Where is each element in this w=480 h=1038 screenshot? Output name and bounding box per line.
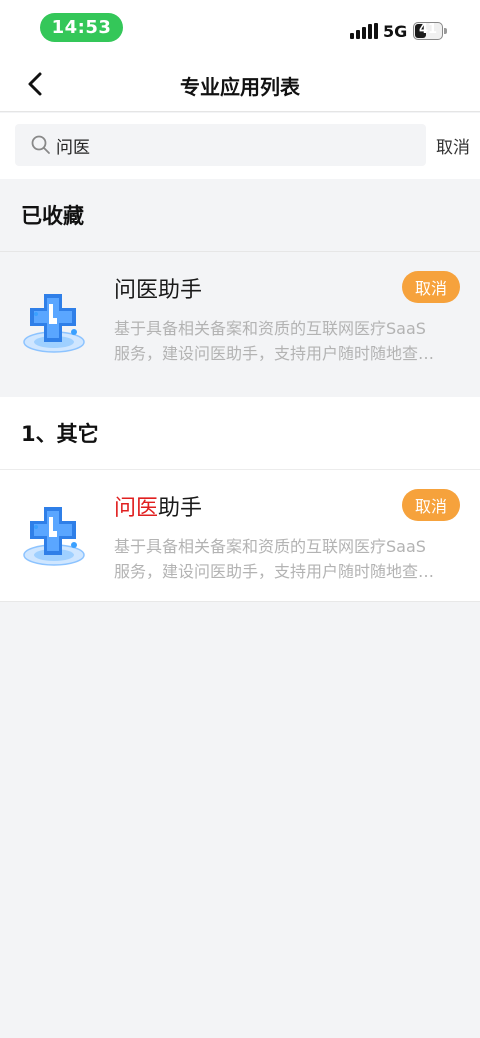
app-description-line1: 基于具备相关备案和资质的互联网医疗SaaS bbox=[114, 319, 426, 338]
favorite-app-item[interactable]: 问医助手 基于具备相关备案和资质的互联网医疗SaaS 服务，建设问医助手，支持用… bbox=[0, 251, 480, 397]
favorites-section-header: 已收藏 bbox=[0, 179, 480, 251]
search-input[interactable] bbox=[56, 130, 416, 160]
battery-level: 41 bbox=[418, 22, 438, 37]
app-description-line1: 基于具备相关备案和资质的互联网医疗SaaS bbox=[114, 537, 426, 556]
others-section-header: 1、其它 bbox=[0, 397, 480, 469]
app-name: 问医助手 bbox=[114, 490, 202, 522]
network-label: 5G bbox=[383, 22, 408, 41]
app-name-highlight: 问医 bbox=[114, 496, 159, 521]
app-description: 基于具备相关备案和资质的互联网医疗SaaS 服务，建设问医助手，支持用户随时随地… bbox=[114, 534, 462, 584]
status-time: 14:53 bbox=[40, 13, 123, 42]
app-description: 基于具备相关备案和资质的互联网医疗SaaS 服务，建设问医助手，支持用户随时随地… bbox=[114, 316, 462, 366]
app-name-rest: 助手 bbox=[158, 496, 203, 521]
app-name: 问医助手 bbox=[114, 278, 203, 303]
page-title: 专业应用列表 bbox=[180, 75, 300, 99]
search-box[interactable] bbox=[15, 124, 426, 166]
unfavorite-button[interactable]: 取消 bbox=[402, 489, 460, 521]
unfavorite-button[interactable]: 取消 bbox=[402, 271, 460, 303]
search-row: 取消 bbox=[0, 113, 480, 179]
status-bar: 14:53 5G 41 bbox=[0, 0, 480, 56]
app-description-line2: 服务，建设问医助手，支持用户随时随地查… bbox=[114, 344, 435, 363]
battery-cap bbox=[444, 28, 447, 34]
list-bottom-divider bbox=[0, 601, 480, 602]
battery-icon: 41 bbox=[413, 22, 443, 40]
search-icon bbox=[31, 135, 50, 154]
medical-cross-app-icon bbox=[23, 294, 85, 353]
search-cancel-button[interactable]: 取消 bbox=[436, 133, 470, 158]
nav-bar: 专业应用列表 bbox=[0, 56, 480, 112]
other-app-item[interactable]: 问医助手 基于具备相关备案和资质的互联网医疗SaaS 服务，建设问医助手，支持用… bbox=[0, 469, 480, 601]
app-description-line2: 服务，建设问医助手，支持用户随时随地查… bbox=[114, 562, 435, 581]
signal-icon bbox=[350, 23, 378, 39]
medical-cross-app-icon bbox=[23, 507, 85, 566]
